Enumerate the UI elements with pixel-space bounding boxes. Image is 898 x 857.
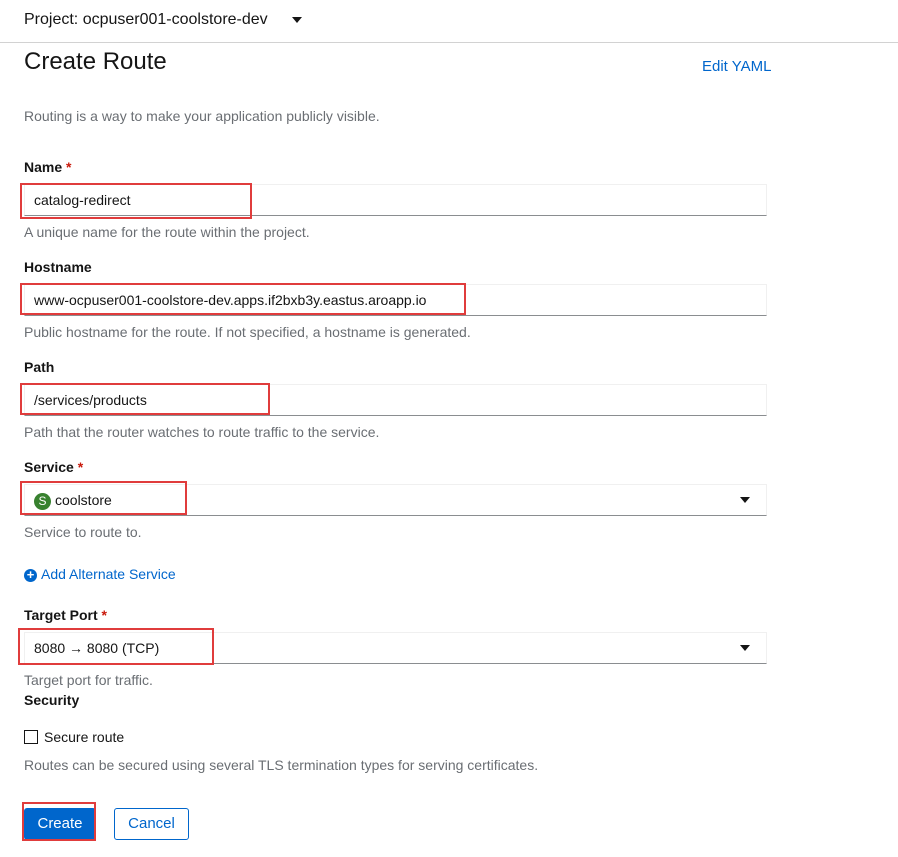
- target-port-select[interactable]: 8080 → 8080 (TCP): [24, 632, 767, 664]
- create-button[interactable]: Create: [24, 808, 96, 840]
- security-help-text: Routes can be secured using several TLS …: [24, 757, 539, 773]
- chevron-down-icon[interactable]: [292, 17, 302, 23]
- hostname-label: Hostname: [24, 259, 92, 275]
- target-port-help-text: Target port for traffic.: [24, 672, 153, 688]
- required-asterisk: *: [66, 159, 72, 175]
- page-title: Create Route: [24, 48, 167, 75]
- plus-circle-icon: +: [24, 568, 37, 582]
- name-help-text: A unique name for the route within the p…: [24, 224, 310, 240]
- add-alternate-service-link[interactable]: + Add Alternate Service: [24, 566, 176, 582]
- project-selector-label[interactable]: Project: ocpuser001-coolstore-dev: [24, 11, 268, 29]
- path-help-text: Path that the router watches to route tr…: [24, 424, 380, 440]
- required-asterisk: *: [77, 459, 84, 475]
- secure-route-label[interactable]: Secure route: [44, 729, 124, 745]
- page-description: Routing is a way to make your applicatio…: [24, 108, 380, 124]
- service-select-value: coolstore: [55, 492, 112, 508]
- path-input[interactable]: /services/products: [24, 384, 767, 416]
- add-alternate-service-label: Add Alternate Service: [41, 566, 176, 582]
- cancel-button[interactable]: Cancel: [114, 808, 189, 840]
- name-label-text: Name: [24, 159, 63, 175]
- service-badge-icon: S: [34, 492, 51, 510]
- hostname-help-text: Public hostname for the route. If not sp…: [24, 324, 471, 340]
- security-label: Security: [24, 692, 80, 708]
- name-label: Name *: [24, 159, 71, 175]
- target-port-label-text: Target Port: [24, 607, 98, 623]
- name-input[interactable]: catalog-redirect: [24, 184, 767, 216]
- service-select[interactable]: Scoolstore: [24, 484, 767, 516]
- target-port-label: Target Port *: [24, 607, 107, 623]
- service-label-text: Service: [24, 459, 74, 475]
- service-label: Service *: [24, 459, 83, 475]
- edit-yaml-link[interactable]: Edit YAML: [702, 58, 771, 75]
- hostname-input[interactable]: www-ocpuser001-coolstore-dev.apps.if2bxb…: [24, 284, 767, 316]
- service-dropdown-caret-icon[interactable]: [740, 497, 750, 503]
- path-label: Path: [24, 359, 55, 375]
- target-port-dropdown-caret-icon[interactable]: [740, 645, 750, 651]
- service-help-text: Service to route to.: [24, 524, 142, 540]
- secure-route-checkbox[interactable]: [24, 730, 38, 744]
- required-asterisk: *: [101, 607, 107, 623]
